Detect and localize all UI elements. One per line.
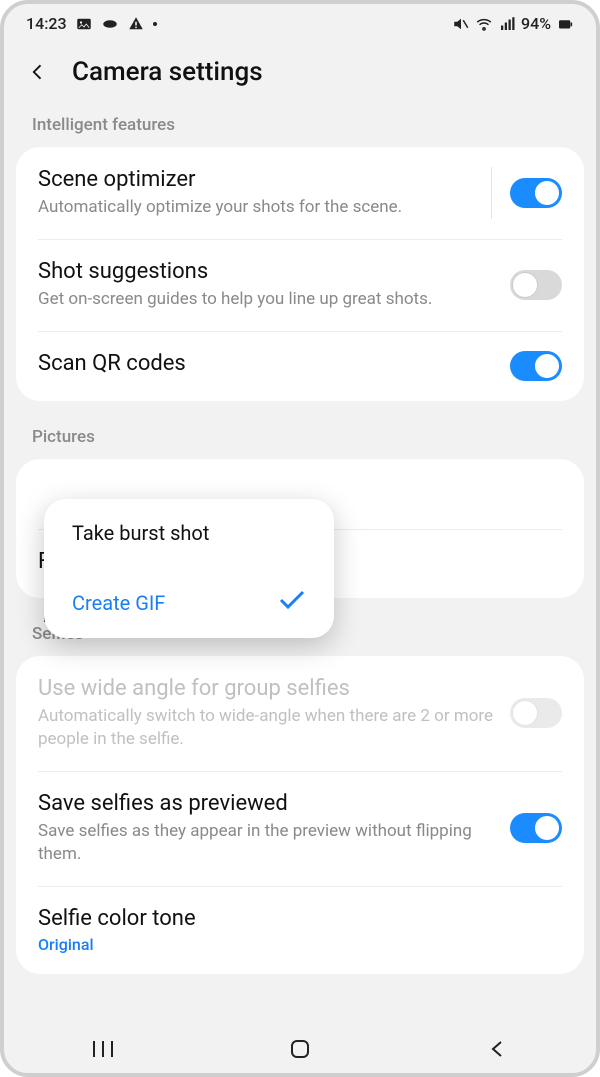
row-selfie-color-tone[interactable]: Selfie color tone Original xyxy=(16,886,584,974)
status-time: 14:23 xyxy=(26,14,67,33)
row-wide-angle-selfies[interactable]: Use wide angle for group selfies Automat… xyxy=(16,656,584,771)
row-scan-qr[interactable]: Scan QR codes xyxy=(16,331,584,401)
image-icon xyxy=(75,15,93,33)
selfie-tone-title: Selfie color tone xyxy=(38,906,562,931)
battery-icon xyxy=(556,15,574,33)
signal-icon xyxy=(498,15,516,33)
divider xyxy=(491,167,492,219)
wide-angle-desc: Automatically switch to wide-angle when … xyxy=(38,705,510,751)
status-left: 14:23 xyxy=(26,14,157,33)
wifi-icon xyxy=(475,15,493,33)
popup-swipe-shutter: Take burst shot Create GIF xyxy=(44,553,334,638)
page-title: Camera settings xyxy=(72,57,263,87)
wide-angle-toggle[interactable] xyxy=(510,698,562,728)
scene-optimizer-title: Scene optimizer xyxy=(38,167,473,192)
popup-item-burst[interactable]: Take burst shot xyxy=(44,499,334,567)
alert-icon xyxy=(127,15,145,33)
back-button[interactable] xyxy=(24,58,52,86)
mute-icon xyxy=(452,15,470,33)
save-selfies-desc: Save selfies as they appear in the previ… xyxy=(38,820,510,866)
popup-burst-label: Take burst shot xyxy=(72,521,209,545)
shot-suggestions-desc: Get on-screen guides to help you line up… xyxy=(38,288,510,311)
save-selfies-toggle[interactable] xyxy=(510,813,562,843)
popup-item-gif[interactable]: Create GIF xyxy=(44,567,334,638)
battery-pct: 94% xyxy=(521,14,551,33)
row-scene-optimizer[interactable]: Scene optimizer Automatically optimize y… xyxy=(16,147,584,239)
popup-gif-label: Create GIF xyxy=(72,591,165,615)
save-selfies-title: Save selfies as previewed xyxy=(38,791,510,816)
status-right: 94% xyxy=(452,14,574,33)
card-intelligent: Scene optimizer Automatically optimize y… xyxy=(16,147,584,401)
disc-icon xyxy=(101,15,119,33)
scene-optimizer-desc: Automatically optimize your shots for th… xyxy=(38,196,473,219)
recents-button[interactable] xyxy=(63,1029,143,1069)
popup-menu: Take burst shot Create GIF xyxy=(44,499,334,638)
scene-optimizer-toggle[interactable] xyxy=(510,178,562,208)
selfie-tone-value: Original xyxy=(38,935,562,954)
nav-back-button[interactable] xyxy=(457,1029,537,1069)
shot-suggestions-title: Shot suggestions xyxy=(38,259,510,284)
more-icon xyxy=(153,22,157,26)
card-selfies: Use wide angle for group selfies Automat… xyxy=(16,656,584,974)
section-label-intelligent: Intelligent features xyxy=(4,111,596,147)
row-shot-suggestions[interactable]: Shot suggestions Get on-screen guides to… xyxy=(16,239,584,331)
home-button[interactable] xyxy=(260,1029,340,1069)
row-save-selfies-previewed[interactable]: Save selfies as previewed Save selfies a… xyxy=(16,771,584,886)
shot-suggestions-toggle[interactable] xyxy=(510,270,562,300)
scan-qr-toggle[interactable] xyxy=(510,351,562,381)
system-navbar xyxy=(4,1025,596,1073)
section-label-pictures: Pictures xyxy=(4,423,596,459)
check-icon xyxy=(278,589,306,616)
header: Camera settings xyxy=(4,39,596,111)
scan-qr-title: Scan QR codes xyxy=(38,351,510,376)
status-bar: 14:23 94% xyxy=(4,4,596,39)
wide-angle-title: Use wide angle for group selfies xyxy=(38,676,510,701)
